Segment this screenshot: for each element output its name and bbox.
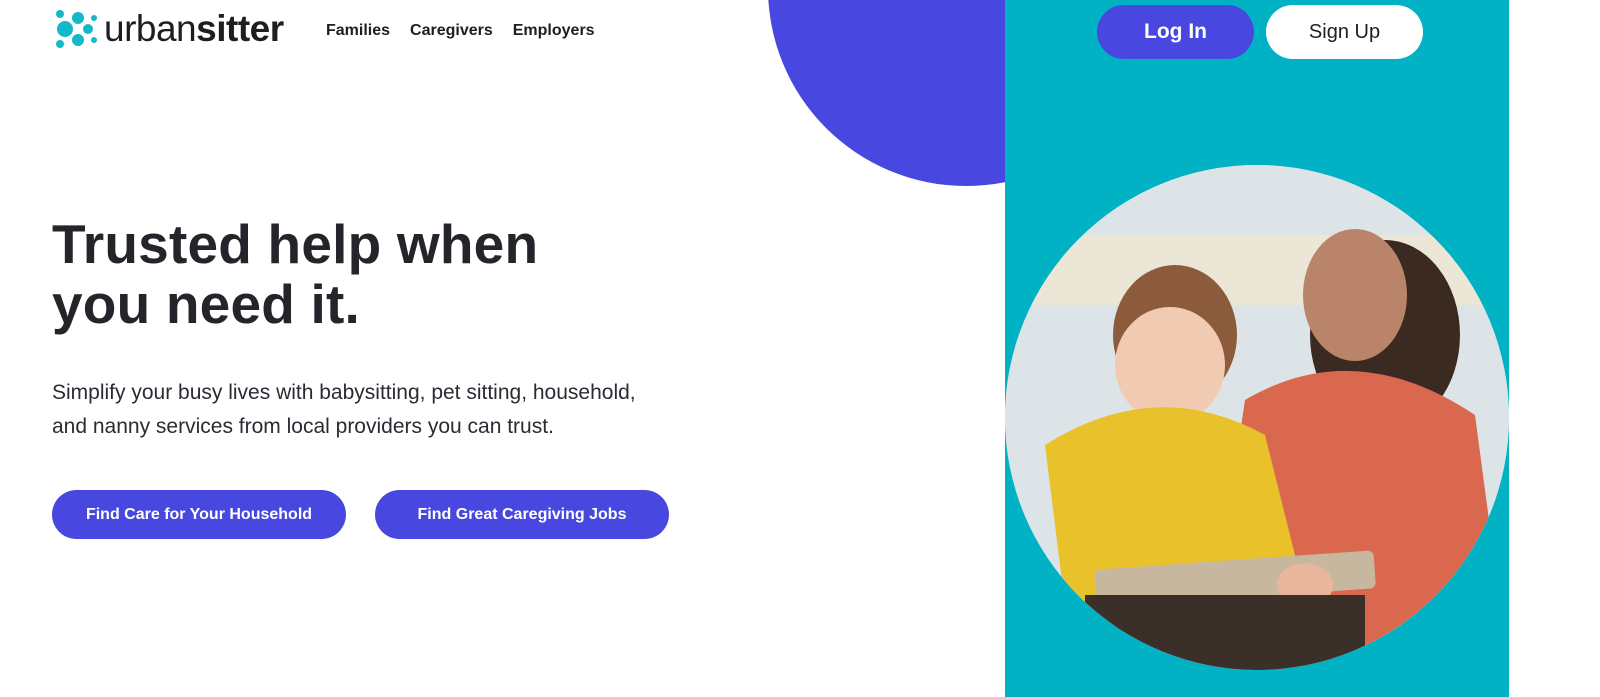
logo-dots-icon <box>56 10 97 48</box>
brand-logo[interactable]: urbansitter <box>52 6 284 52</box>
hero-subtitle: Simplify your busy lives with babysittin… <box>52 376 752 444</box>
nav-link-caregivers[interactable]: Caregivers <box>410 22 493 40</box>
nav-link-families[interactable]: Families <box>326 22 390 40</box>
hero-title: Trusted help when you need it. <box>52 214 752 334</box>
signup-button[interactable]: Sign Up <box>1266 5 1423 59</box>
nav-link-employers[interactable]: Employers <box>513 22 595 40</box>
hero-photo-illustration <box>1005 165 1509 670</box>
brand-name-part1: urban <box>104 8 197 49</box>
login-button[interactable]: Log In <box>1097 5 1254 59</box>
hero-section: Trusted help when you need it. Simplify … <box>52 214 752 539</box>
main-nav: Families Caregivers Employers <box>326 22 595 40</box>
brand-name-part2: sitter <box>196 8 284 49</box>
hero-photo <box>1005 165 1509 670</box>
hero-subtitle-line1: Simplify your busy lives with babysittin… <box>52 381 636 404</box>
hero-subtitle-line2: and nanny services from local providers … <box>52 415 554 438</box>
find-care-button[interactable]: Find Care for Your Household <box>52 490 346 539</box>
auth-buttons: Log In Sign Up <box>1097 5 1423 59</box>
brand-name: urbansitter <box>104 6 284 52</box>
find-jobs-button[interactable]: Find Great Caregiving Jobs <box>375 490 669 539</box>
hero-title-line2: you need it. <box>52 273 360 335</box>
hero-title-line1: Trusted help when <box>52 213 539 275</box>
hero-cta-group: Find Care for Your Household Find Great … <box>52 490 752 539</box>
